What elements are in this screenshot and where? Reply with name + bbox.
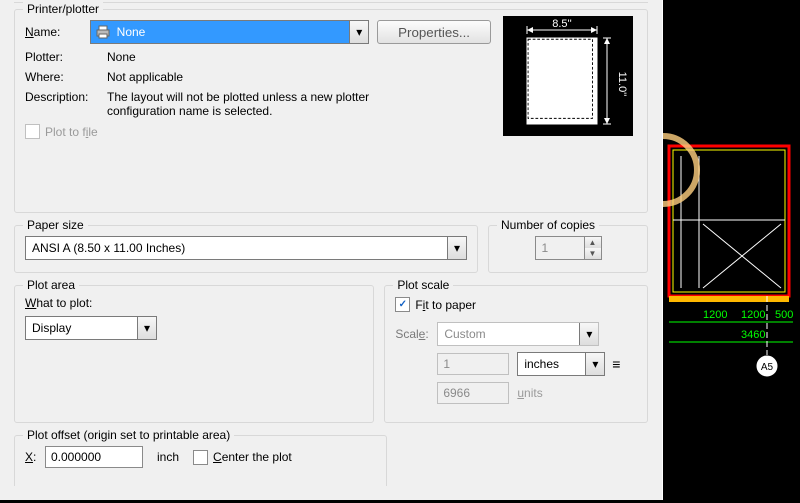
x-input[interactable]: 0.000000 <box>45 446 143 468</box>
fit-to-paper-label: Fit to paper <box>415 298 476 312</box>
group-plot-scale: Plot scale ✓ Fit to paper Scale: Custom … <box>384 285 648 423</box>
group-printer: Printer/plotter Name: None ▾ Properties.… <box>14 9 648 213</box>
group-plot-offset: Plot offset (origin set to printable are… <box>14 435 387 486</box>
equals-icon: ≡ <box>609 356 623 372</box>
copies-spinner: 1 ▲▼ <box>535 236 602 260</box>
paper-size-combo[interactable]: ANSI A (8.50 x 11.00 Inches) ▾ <box>25 236 467 260</box>
legend-printer: Printer/plotter <box>23 2 103 16</box>
units-num-input: 6966 <box>437 382 509 404</box>
plot-to-file-checkbox: Plot to file <box>25 124 98 139</box>
group-plot-area: Plot area What to plot: Display ▾ <box>14 285 374 423</box>
checkbox-icon <box>25 124 40 139</box>
description-value: The layout will not be plotted unless a … <box>107 90 437 118</box>
paper-size-value: ANSI A (8.50 x 11.00 Inches) <box>26 241 447 255</box>
center-plot-label: Center the plot <box>213 450 292 464</box>
legend-paper: Paper size <box>23 218 88 232</box>
units-label: units <box>517 386 542 400</box>
scale-label: Scale: <box>395 327 437 341</box>
center-plot-checkbox[interactable]: Center the plot <box>193 450 292 465</box>
spin-up-icon: ▲ <box>585 237 601 248</box>
checkbox-icon <box>193 450 208 465</box>
svg-text:A5: A5 <box>761 362 774 373</box>
where-label: Where: <box>25 70 107 84</box>
svg-text:1200: 1200 <box>703 309 727 321</box>
chevron-down-icon: ▾ <box>579 323 598 345</box>
legend-offset: Plot offset (origin set to printable are… <box>23 428 234 442</box>
legend-copies: Number of copies <box>497 218 599 232</box>
scale-unit-combo[interactable]: inches ▾ <box>517 352 605 376</box>
chevron-down-icon[interactable]: ▾ <box>137 317 156 339</box>
what-to-plot-value: Display <box>26 321 137 335</box>
plotter-value: None <box>107 50 491 64</box>
legend-area: Plot area <box>23 278 79 292</box>
plot-to-file-label: Plot to file <box>45 125 98 139</box>
paper-preview: 8.5'' 11.0'' <box>503 16 633 136</box>
chevron-down-icon[interactable]: ▾ <box>349 21 368 43</box>
x-label: X: <box>25 450 45 464</box>
legend-scale: Plot scale <box>393 278 453 292</box>
scale-unit-value: inches <box>518 357 585 371</box>
scale-num-input: 1 <box>437 353 509 375</box>
svg-text:1200: 1200 <box>741 309 765 321</box>
svg-text:500: 500 <box>775 309 793 321</box>
name-label: Name: <box>25 25 90 39</box>
printer-icon <box>95 24 111 40</box>
description-label: Description: <box>25 90 107 104</box>
properties-button[interactable]: Properties... <box>377 20 491 44</box>
scale-value: Custom <box>438 327 579 341</box>
group-paper-size: Paper size ANSI A (8.50 x 11.00 Inches) … <box>14 225 478 273</box>
scale-combo: Custom ▾ <box>437 322 599 346</box>
spin-down-icon: ▼ <box>585 248 601 259</box>
svg-text:3460: 3460 <box>741 329 765 341</box>
plotter-label: Plotter: <box>25 50 107 64</box>
x-unit: inch <box>157 450 179 464</box>
plot-dialog: Printer/plotter Name: None ▾ Properties.… <box>0 0 663 500</box>
printer-name-combo[interactable]: None ▾ <box>90 20 370 44</box>
where-value: Not applicable <box>107 70 491 84</box>
preview-width: 8.5'' <box>552 18 572 30</box>
printer-name-value: None <box>111 25 350 39</box>
preview-height: 11.0'' <box>616 72 628 97</box>
copies-value: 1 <box>536 237 584 259</box>
group-copies: Number of copies 1 ▲▼ <box>488 225 648 273</box>
fit-to-paper-checkbox[interactable]: ✓ Fit to paper <box>395 297 476 312</box>
cad-canvas: 1200 1200 500 3460 A5 <box>663 0 800 500</box>
checkbox-icon: ✓ <box>395 297 410 312</box>
chevron-down-icon[interactable]: ▾ <box>585 353 604 375</box>
chevron-down-icon[interactable]: ▾ <box>447 237 466 259</box>
what-to-plot-combo[interactable]: Display ▾ <box>25 316 157 340</box>
what-to-plot-label: What to plot: <box>25 296 363 310</box>
